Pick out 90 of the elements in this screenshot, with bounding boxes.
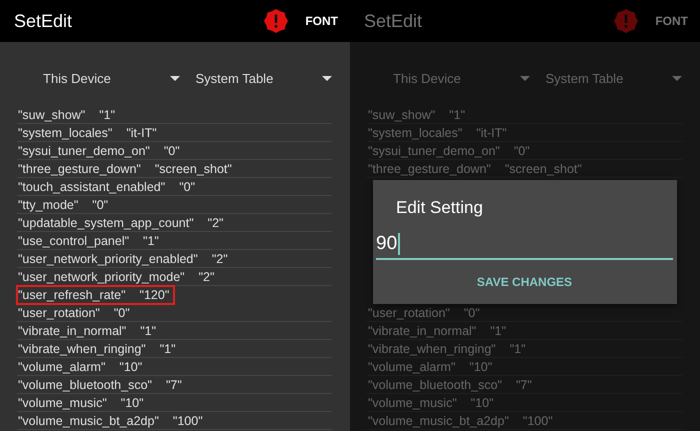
setting-row[interactable]: "touch_assistant_enabled" "0"	[17, 178, 332, 196]
setting-row[interactable]: "vibrate_in_normal" "1"	[17, 322, 332, 340]
setting-value: "it-IT"	[476, 126, 507, 140]
setting-value: "100"	[522, 414, 553, 428]
setting-value: "10"	[119, 360, 142, 374]
setting-value: "1"	[99, 108, 116, 122]
setting-name: "user_rotation"	[18, 306, 100, 320]
setting-name: "system_locales"	[368, 126, 462, 140]
caret-icon	[672, 76, 682, 80]
setting-name: "touch_assistant_enabled"	[18, 180, 166, 194]
caret-icon	[322, 76, 332, 80]
setting-value: "120"	[140, 288, 170, 302]
setting-name: "volume_alarm"	[368, 360, 456, 374]
setting-row[interactable]: "volume_bluetooth_sco" "7"	[17, 376, 332, 394]
caret-icon	[520, 76, 530, 80]
font-button[interactable]: FONT	[651, 10, 692, 32]
setting-name: "vibrate_in_normal"	[18, 324, 126, 338]
setting-name: "user_refresh_rate"	[18, 288, 126, 302]
setting-name: "volume_alarm"	[18, 360, 106, 374]
setting-row[interactable]: "tty_mode" "0"	[17, 196, 332, 214]
setting-value: "screen_shot"	[504, 162, 582, 176]
setting-value: "10"	[469, 360, 492, 374]
setting-name: "sysui_tuner_demo_on"	[18, 144, 150, 158]
app-title: SetEdit	[364, 10, 422, 32]
setting-row[interactable]: "use_control_panel" "1"	[17, 232, 332, 250]
setting-value: "1"	[490, 324, 506, 338]
setting-name: "volume_bluetooth_sco"	[18, 378, 152, 392]
setting-row[interactable]: "sysui_tuner_demo_on" "0"	[17, 142, 332, 160]
setting-name: "user_network_priority_mode"	[18, 270, 185, 284]
setting-name: "vibrate_in_normal"	[368, 324, 476, 338]
setting-row[interactable]: "volume_music" "10"	[17, 394, 332, 412]
dropdown[interactable]: This Device	[17, 66, 184, 90]
setting-value: "2"	[212, 252, 228, 266]
setting-row[interactable]: "three_gesture_down" "screen_shot"	[17, 160, 332, 178]
dialog-title: Edit Setting	[395, 198, 484, 219]
setting-name: "three_gesture_down"	[18, 162, 141, 176]
setting-value: "1"	[160, 342, 176, 356]
setting-name: "tty_mode"	[18, 198, 78, 212]
setting-value: "screen_shot"	[154, 162, 232, 176]
setting-row[interactable]: "user_refresh_rate" "120"	[17, 286, 174, 304]
setting-name: "updatable_system_app_count"	[18, 216, 194, 230]
font-button[interactable]: FONT	[301, 10, 342, 32]
setting-value: "10"	[470, 396, 494, 410]
setting-row[interactable]: "user_rotation" "0"	[17, 304, 332, 322]
setting-value: "it-IT"	[126, 126, 157, 140]
setting-name: "three_gesture_down"	[368, 162, 491, 176]
setting-row[interactable]: "vibrate_when_ringing" "1"	[17, 340, 332, 358]
setting-value: "10"	[120, 396, 144, 410]
setting-name: "use_control_panel"	[18, 234, 130, 248]
input-field[interactable]: 90	[376, 230, 673, 260]
setting-name: "suw_show"	[368, 108, 436, 122]
setting-name: "vibrate_when_ringing"	[368, 342, 496, 356]
setting-value: "2"	[208, 216, 224, 230]
app-title: SetEdit	[14, 10, 72, 32]
setting-name: "system_locales"	[18, 126, 112, 140]
setting-name: "user_rotation"	[368, 306, 450, 320]
setting-value: "1"	[449, 108, 466, 122]
setting-name: "suw_show"	[18, 108, 86, 122]
setting-name: "volume_music"	[368, 396, 457, 410]
setting-row[interactable]: "user_network_priority_enabled" "2"	[17, 250, 332, 268]
setting-value: "0"	[464, 306, 480, 320]
setting-value: "1"	[510, 342, 526, 356]
setting-name: "volume_music_bt_a2dp"	[18, 414, 159, 428]
setting-row[interactable]: "updatable_system_app_count" "2"	[17, 214, 332, 232]
setting-name: "volume_bluetooth_sco"	[368, 378, 502, 392]
setting-row[interactable]: "suw_show" "1"	[17, 106, 332, 124]
setting-value: "0"	[92, 198, 108, 212]
setting-value: "2"	[198, 270, 214, 284]
setting-name: "volume_music"	[18, 396, 107, 410]
save-changes-button[interactable]: SAVE CHANGES	[468, 269, 580, 295]
dropdown[interactable]: System Table	[184, 66, 332, 90]
setting-value: "0"	[114, 306, 130, 320]
setting-row[interactable]: "user_network_priority_mode" "2"	[17, 268, 332, 286]
setting-name: "volume_music_bt_a2dp"	[368, 414, 509, 428]
warning-icon[interactable]	[264, 9, 288, 33]
setting-value: "7"	[166, 378, 182, 392]
setting-value: "1"	[140, 324, 156, 338]
setting-row[interactable]: "system_locales" "it-IT"	[17, 124, 332, 142]
setting-row[interactable]: "volume_music_bt_a2dp" "100"	[17, 412, 332, 430]
caret-icon	[170, 76, 180, 80]
setting-value: "7"	[516, 378, 532, 392]
setting-name: "vibrate_when_ringing"	[18, 342, 146, 356]
setting-name: "sysui_tuner_demo_on"	[368, 144, 500, 158]
setting-name: "user_network_priority_enabled"	[18, 252, 198, 266]
setting-row[interactable]: "volume_alarm" "10"	[17, 358, 332, 376]
setting-value: "0"	[514, 144, 530, 158]
setting-value: "1"	[143, 234, 159, 248]
setting-value: "100"	[172, 414, 203, 428]
setting-value: "0"	[179, 180, 196, 194]
setting-value: "0"	[164, 144, 180, 158]
